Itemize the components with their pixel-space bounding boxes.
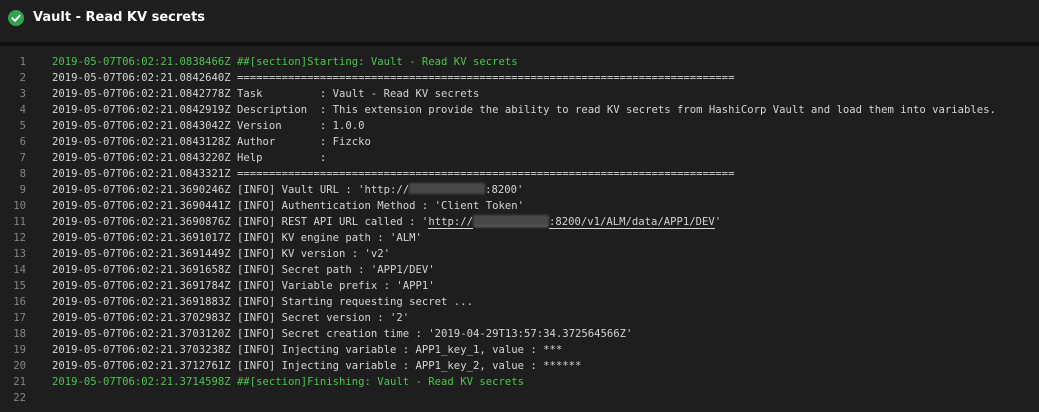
- log-line-text: 2019-05-07T06:02:21.0843321Z ===========…: [52, 166, 734, 182]
- log-line-text: 2019-05-07T06:02:21.0838466Z ##[section]…: [52, 54, 518, 70]
- check-circle-icon: [8, 10, 24, 26]
- log-text-segment: 2019-05-07T06:02:21.0838466Z ##[section]…: [52, 56, 518, 68]
- log-text-segment: 2019-05-07T06:02:21.0843128Z Author : Fi…: [52, 136, 371, 148]
- line-number: 10: [13, 200, 26, 212]
- log-line: 8 2019-05-07T06:02:21.0843321Z ==========…: [0, 166, 1039, 182]
- log-line-text: 2019-05-07T06:02:21.3690246Z [INFO] Vaul…: [52, 182, 523, 198]
- log-text-segment: 2019-05-07T06:02:21.3690441Z [INFO] Auth…: [52, 200, 524, 212]
- line-number: 19: [13, 344, 26, 356]
- log-text-segment: 2019-05-07T06:02:21.3691449Z [INFO] KV v…: [52, 248, 391, 260]
- log-text-segment: 2019-05-07T06:02:21.3691883Z [INFO] Star…: [52, 296, 473, 308]
- log-line: 12 2019-05-07T06:02:21.3691017Z [INFO] KV…: [0, 230, 1039, 246]
- log-line: 20 2019-05-07T06:02:21.3712761Z [INFO] In…: [0, 358, 1039, 374]
- log-line: 9 2019-05-07T06:02:21.3690246Z [INFO] Vau…: [0, 182, 1039, 198]
- line-number: 7: [19, 152, 26, 164]
- log-text-segment: 2019-05-07T06:02:21.3690876Z [INFO] REST…: [52, 216, 429, 228]
- log-line: 10 2019-05-07T06:02:21.3690441Z [INFO] Au…: [0, 198, 1039, 214]
- log-text-segment: 2019-05-07T06:02:21.0842640Z ===========…: [52, 72, 735, 84]
- log-line-text: 2019-05-07T06:02:21.3691883Z [INFO] Star…: [52, 294, 473, 310]
- line-number: 20: [13, 360, 26, 372]
- redacted-host: [409, 183, 486, 194]
- log-line-text: 2019-05-07T06:02:21.3702983Z [INFO] Secr…: [52, 310, 409, 326]
- line-number: 22: [13, 392, 26, 404]
- line-number: 17: [13, 312, 26, 324]
- line-number: 4: [19, 104, 26, 116]
- log-line-text: 2019-05-07T06:02:21.3712761Z [INFO] Inje…: [52, 358, 581, 374]
- log-line-text: 2019-05-07T06:02:21.3691658Z [INFO] Secr…: [52, 262, 435, 278]
- log-text-segment: 2019-05-07T06:02:21.0843220Z Help :: [52, 152, 327, 164]
- log-text-segment: 2019-05-07T06:02:21.3702983Z [INFO] Secr…: [52, 312, 410, 324]
- log-text-segment: 2019-05-07T06:02:21.0842919Z Description…: [52, 104, 996, 116]
- line-number: 15: [13, 280, 26, 292]
- job-header: Vault - Read KV secrets: [0, 0, 1039, 38]
- log-text-segment: 2019-05-07T06:02:21.3703238Z [INFO] Inje…: [52, 344, 563, 356]
- log-line-text: 2019-05-07T06:02:21.0842778Z Task : Vaul…: [52, 86, 479, 102]
- line-number: 21: [13, 376, 26, 388]
- line-number: 12: [13, 232, 26, 244]
- log-line: 22: [0, 390, 1039, 406]
- log-line: 5 2019-05-07T06:02:21.0843042Z Version : …: [0, 118, 1039, 134]
- line-number: 13: [13, 248, 26, 260]
- log-line-text: 2019-05-07T06:02:21.3714598Z ##[section]…: [52, 374, 524, 390]
- line-number: 3: [19, 88, 26, 100]
- log-text-segment: ': [714, 216, 722, 228]
- log-line-text: 2019-05-07T06:02:21.0842640Z ===========…: [52, 70, 734, 86]
- log-line-text: 2019-05-07T06:02:21.0843042Z Version : 1…: [52, 118, 365, 134]
- header-divider: [0, 42, 1039, 46]
- log-line: 6 2019-05-07T06:02:21.0843128Z Author : F…: [0, 134, 1039, 150]
- log-line-text: 2019-05-07T06:02:21.0843220Z Help :: [52, 150, 326, 166]
- log-line: 17 2019-05-07T06:02:21.3702983Z [INFO] Se…: [0, 310, 1039, 326]
- log-line: 1 2019-05-07T06:02:21.0838466Z ##[section…: [0, 54, 1039, 70]
- log-line-text: 2019-05-07T06:02:21.3691784Z [INFO] Vari…: [52, 278, 435, 294]
- line-number: 5: [19, 120, 26, 132]
- log-line: 11 2019-05-07T06:02:21.3690876Z [INFO] RE…: [0, 214, 1039, 230]
- log-text-segment: 2019-05-07T06:02:21.3703120Z [INFO] Secr…: [52, 328, 633, 340]
- redacted-host: [472, 215, 549, 226]
- line-number: 14: [13, 264, 26, 276]
- log-text-segment: 2019-05-07T06:02:21.3690246Z [INFO] Vaul…: [52, 184, 410, 196]
- log-line: 3 2019-05-07T06:02:21.0842778Z Task : Vau…: [0, 86, 1039, 102]
- line-number: 11: [13, 216, 26, 228]
- log-line-text: 2019-05-07T06:02:21.0842919Z Description…: [52, 102, 996, 118]
- log-text-segment: 2019-05-07T06:02:21.3691658Z [INFO] Secr…: [52, 264, 435, 276]
- log-text-segment: 2019-05-07T06:02:21.3712761Z [INFO] Inje…: [52, 360, 582, 372]
- line-number: 16: [13, 296, 26, 308]
- page-title: Vault - Read KV secrets: [33, 10, 206, 25]
- line-number: 2: [19, 72, 26, 84]
- log-line: 15 2019-05-07T06:02:21.3691784Z [INFO] Va…: [0, 278, 1039, 294]
- log-line-text: 2019-05-07T06:02:21.0843128Z Author : Fi…: [52, 134, 371, 150]
- log-viewer[interactable]: 1 2019-05-07T06:02:21.0838466Z ##[section…: [0, 54, 1039, 412]
- log-line: 21 2019-05-07T06:02:21.3714598Z ##[sectio…: [0, 374, 1039, 390]
- log-line-text: 2019-05-07T06:02:21.3703238Z [INFO] Inje…: [52, 342, 562, 358]
- line-number: 6: [19, 136, 26, 148]
- log-text-segment: :8200': [485, 184, 524, 196]
- log-line: 18 2019-05-07T06:02:21.3703120Z [INFO] Se…: [0, 326, 1039, 342]
- log-text-segment: 2019-05-07T06:02:21.3714598Z ##[section]…: [52, 376, 524, 388]
- log-line-text: 2019-05-07T06:02:21.3691449Z [INFO] KV v…: [52, 246, 390, 262]
- log-line: 14 2019-05-07T06:02:21.3691658Z [INFO] Se…: [0, 262, 1039, 278]
- log-line-text: 2019-05-07T06:02:21.3690441Z [INFO] Auth…: [52, 198, 524, 214]
- log-line-text: 2019-05-07T06:02:21.3703120Z [INFO] Secr…: [52, 326, 632, 342]
- log-text-segment: 2019-05-07T06:02:21.3691784Z [INFO] Vari…: [52, 280, 435, 292]
- log-url-segment[interactable]: http://: [428, 216, 473, 229]
- line-number: 1: [19, 56, 26, 68]
- line-number: 9: [19, 184, 26, 196]
- log-line: 16 2019-05-07T06:02:21.3691883Z [INFO] St…: [0, 294, 1039, 310]
- log-line: 19 2019-05-07T06:02:21.3703238Z [INFO] In…: [0, 342, 1039, 358]
- log-line-text: 2019-05-07T06:02:21.3691017Z [INFO] KV e…: [52, 230, 422, 246]
- line-number: 18: [13, 328, 26, 340]
- log-line-text: 2019-05-07T06:02:21.3690876Z [INFO] REST…: [52, 214, 721, 230]
- line-number: 8: [19, 168, 26, 180]
- log-text-segment: 2019-05-07T06:02:21.0843042Z Version : 1…: [52, 120, 365, 132]
- log-line: 2 2019-05-07T06:02:21.0842640Z ==========…: [0, 70, 1039, 86]
- log-line: 13 2019-05-07T06:02:21.3691449Z [INFO] KV…: [0, 246, 1039, 262]
- log-url-segment[interactable]: :8200/v1/ALM/data/APP1/DEV: [548, 216, 715, 229]
- log-text-segment: 2019-05-07T06:02:21.0843321Z ===========…: [52, 168, 735, 180]
- log-text-segment: 2019-05-07T06:02:21.0842778Z Task : Vaul…: [52, 88, 480, 100]
- log-text-segment: 2019-05-07T06:02:21.3691017Z [INFO] KV e…: [52, 232, 422, 244]
- log-line: 4 2019-05-07T06:02:21.0842919Z Descriptio…: [0, 102, 1039, 118]
- log-line: 7 2019-05-07T06:02:21.0843220Z Help :: [0, 150, 1039, 166]
